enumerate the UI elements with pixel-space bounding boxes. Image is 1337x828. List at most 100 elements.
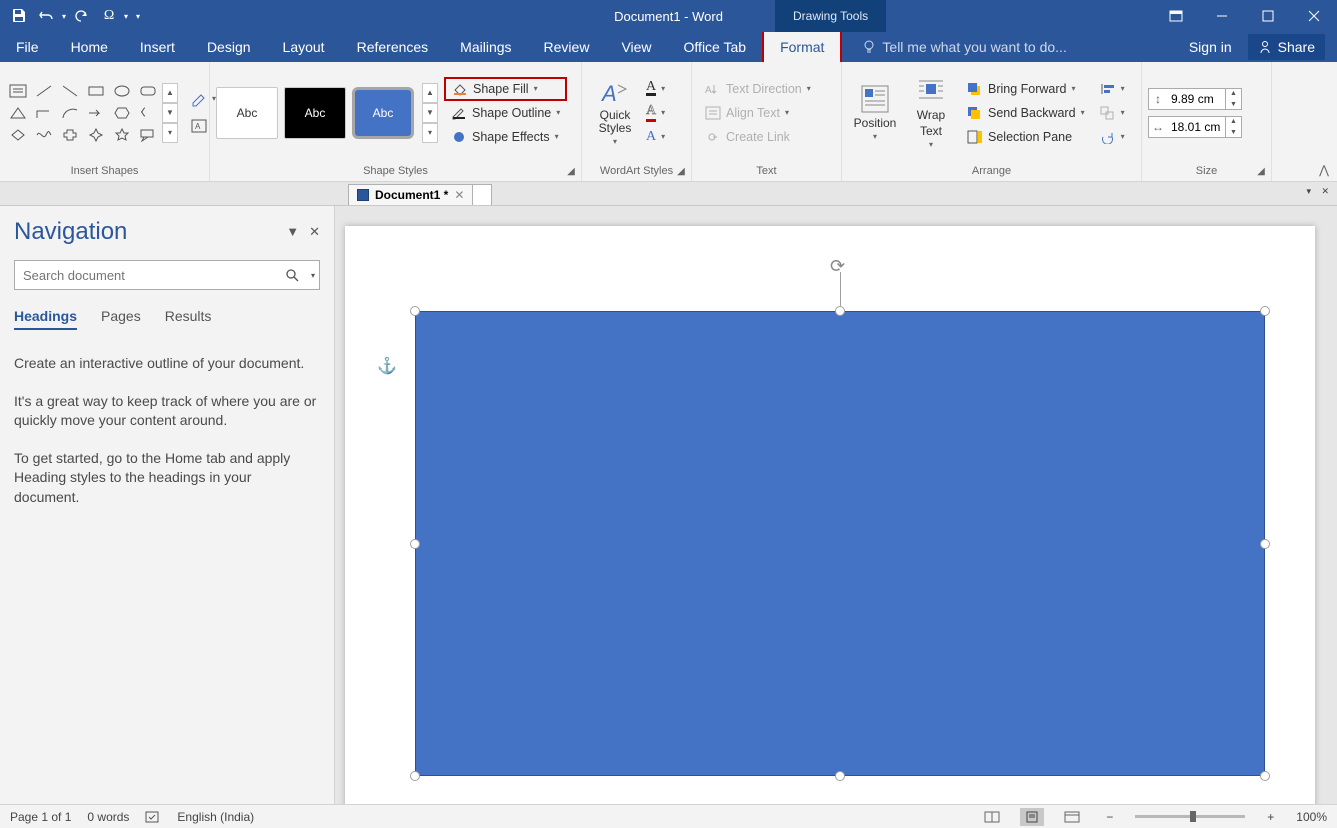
style-thumb-3[interactable]: Abc — [352, 87, 414, 139]
tab-format[interactable]: Format — [762, 30, 842, 62]
tab-layout[interactable]: Layout — [267, 32, 341, 62]
style-gallery-down[interactable]: ▼ — [422, 103, 438, 123]
resize-handle-w[interactable] — [410, 539, 420, 549]
shape-callout-icon[interactable] — [136, 125, 160, 145]
width-down[interactable]: ▼ — [1225, 127, 1241, 138]
search-icon[interactable] — [277, 268, 307, 282]
shape-gallery-more[interactable]: ▾ — [162, 123, 178, 143]
undo-button[interactable] — [34, 4, 60, 28]
nav-tab-pages[interactable]: Pages — [101, 308, 141, 330]
shape-gallery-down[interactable]: ▼ — [162, 103, 178, 123]
resize-handle-s[interactable] — [835, 771, 845, 781]
position-button[interactable]: Position▾ — [848, 75, 902, 151]
doc-tab-dropdown[interactable]: ▾ — [1306, 186, 1311, 197]
shape-text-box-icon[interactable] — [6, 81, 30, 101]
tab-mailings[interactable]: Mailings — [444, 32, 527, 62]
search-document-box[interactable]: ▾ — [14, 260, 320, 290]
document-tab-close[interactable]: ✕ — [454, 188, 464, 202]
shape-fill-button[interactable]: Shape Fill▾ — [444, 77, 567, 101]
view-print-layout[interactable] — [1020, 808, 1044, 826]
zoom-level[interactable]: 100% — [1296, 810, 1327, 824]
ribbon-display-button[interactable] — [1153, 0, 1199, 32]
document-page[interactable]: ⚓ ⟳ — [345, 226, 1315, 804]
anchor-icon[interactable]: ⚓ — [377, 356, 397, 376]
tell-me-box[interactable]: Tell me what you want to do... — [842, 32, 1176, 62]
resize-handle-e[interactable] — [1260, 539, 1270, 549]
wrap-text-button[interactable]: WrapText▾ — [904, 75, 958, 151]
shape-star5-icon[interactable] — [110, 125, 134, 145]
shape-line2-icon[interactable] — [58, 81, 82, 101]
text-effects-button[interactable]: A▾ — [642, 125, 669, 149]
search-input[interactable] — [15, 268, 277, 283]
tab-review[interactable]: Review — [528, 32, 606, 62]
navigation-options-caret[interactable]: ▼ — [286, 224, 299, 240]
shape-oval-icon[interactable] — [110, 81, 134, 101]
resize-handle-ne[interactable] — [1260, 306, 1270, 316]
align-button[interactable]: ▾ — [1096, 77, 1129, 101]
shape-elbow-icon[interactable] — [32, 103, 56, 123]
shape-cross-icon[interactable] — [58, 125, 82, 145]
status-word-count[interactable]: 0 words — [87, 810, 129, 824]
rotate-button[interactable]: ▾ — [1096, 125, 1129, 149]
send-backward-button[interactable]: Send Backward▾ — [960, 101, 1092, 125]
shape-arc-icon[interactable] — [58, 103, 82, 123]
shape-roundrect-icon[interactable] — [136, 81, 160, 101]
doc-tab-close-all[interactable]: ✕ — [1321, 186, 1329, 197]
resize-handle-se[interactable] — [1260, 771, 1270, 781]
status-page[interactable]: Page 1 of 1 — [10, 810, 71, 824]
quick-styles-button[interactable]: A Quick Styles▾ — [588, 75, 642, 151]
shape-brace-icon[interactable] — [136, 103, 160, 123]
style-thumb-1[interactable]: Abc — [216, 87, 278, 139]
resize-handle-nw[interactable] — [410, 306, 420, 316]
navigation-close-button[interactable]: ✕ — [309, 224, 320, 240]
nav-tab-headings[interactable]: Headings — [14, 308, 77, 330]
omega-caret[interactable]: ▾ — [124, 12, 128, 21]
tab-office-tab[interactable]: Office Tab — [668, 32, 763, 62]
width-field[interactable] — [1167, 120, 1225, 134]
zoom-slider[interactable] — [1135, 815, 1245, 818]
shape-triangle-icon[interactable] — [6, 103, 30, 123]
resize-handle-n[interactable] — [835, 306, 845, 316]
height-input[interactable]: ↕ ▲▼ — [1148, 88, 1242, 110]
collapse-ribbon-button[interactable]: ⋀ — [1319, 163, 1329, 177]
height-field[interactable] — [1167, 92, 1225, 106]
undo-dropdown-caret[interactable]: ▾ — [62, 12, 66, 21]
sign-in-link[interactable]: Sign in — [1189, 39, 1232, 55]
text-fill-button[interactable]: A▾ — [642, 77, 669, 101]
style-gallery-up[interactable]: ▲ — [422, 83, 438, 103]
save-button[interactable] — [6, 4, 32, 28]
shape-star4-icon[interactable] — [84, 125, 108, 145]
height-down[interactable]: ▼ — [1225, 99, 1241, 110]
shape-styles-launcher[interactable]: ◢ — [565, 166, 577, 178]
qat-customize-caret[interactable]: ▾ — [136, 12, 140, 21]
tab-design[interactable]: Design — [191, 32, 267, 62]
resize-handle-sw[interactable] — [410, 771, 420, 781]
minimize-button[interactable] — [1199, 0, 1245, 32]
style-gallery-more[interactable]: ▾ — [422, 123, 438, 143]
bring-forward-button[interactable]: Bring Forward▾ — [960, 77, 1092, 101]
shape-wave-icon[interactable] — [32, 125, 56, 145]
shape-gallery[interactable] — [6, 81, 160, 145]
shape-hex-icon[interactable] — [110, 103, 134, 123]
tab-insert[interactable]: Insert — [124, 32, 191, 62]
omega-button[interactable]: Ω — [96, 4, 122, 28]
document-canvas[interactable]: ⚓ ⟳ — [335, 206, 1337, 804]
selected-rectangle-shape[interactable]: ⟳ — [415, 311, 1265, 776]
maximize-button[interactable] — [1245, 0, 1291, 32]
shape-line-icon[interactable] — [32, 81, 56, 101]
shape-arrow-icon[interactable] — [84, 103, 108, 123]
shape-effects-button[interactable]: Shape Effects▾ — [444, 125, 567, 149]
selection-pane-button[interactable]: Selection Pane — [960, 125, 1092, 149]
status-spellcheck-icon[interactable] — [145, 810, 161, 824]
height-up[interactable]: ▲ — [1225, 88, 1241, 99]
view-web-layout[interactable] — [1060, 808, 1084, 826]
status-language[interactable]: English (India) — [177, 810, 254, 824]
size-launcher[interactable]: ◢ — [1255, 166, 1267, 178]
document-tab[interactable]: Document1 * ✕ — [348, 184, 473, 205]
rotation-handle[interactable]: ⟳ — [830, 256, 845, 277]
shape-gallery-up[interactable]: ▲ — [162, 83, 178, 103]
share-button[interactable]: Share — [1248, 34, 1325, 60]
tab-home[interactable]: Home — [55, 32, 124, 62]
shape-diamond-icon[interactable] — [6, 125, 30, 145]
shape-rect-icon[interactable] — [84, 81, 108, 101]
